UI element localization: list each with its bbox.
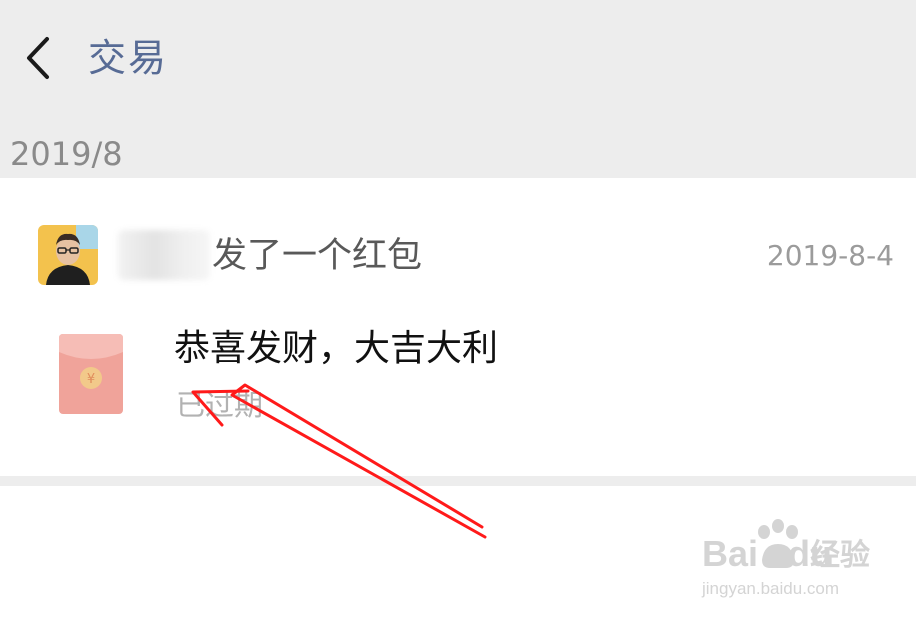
month-section-header — [0, 114, 916, 178]
baidu-watermark: Bai du 经验 jingyan.baidu.com — [700, 516, 880, 606]
watermark-url: jingyan.baidu.com — [702, 579, 840, 598]
watermark-cn: 经验 — [810, 539, 870, 572]
red-envelope-icon: ¥ — [58, 332, 124, 416]
user-avatar — [38, 225, 98, 285]
record-date: 2019-8-4 — [766, 239, 894, 272]
envelope-status: 已过期 — [176, 388, 264, 422]
svg-text:¥: ¥ — [87, 372, 95, 387]
envelope-greeting: 恭喜发财，大吉大利 — [174, 328, 499, 369]
section-divider — [0, 476, 916, 486]
page-title: 交易 — [88, 36, 169, 80]
sender-name-blurred — [118, 230, 210, 280]
month-label: 2019/8 — [10, 135, 123, 173]
record-action-text: 发了一个红包 — [212, 236, 423, 276]
chevron-left-icon — [27, 37, 49, 79]
back-button[interactable] — [14, 30, 62, 86]
paw-icon — [758, 519, 798, 568]
